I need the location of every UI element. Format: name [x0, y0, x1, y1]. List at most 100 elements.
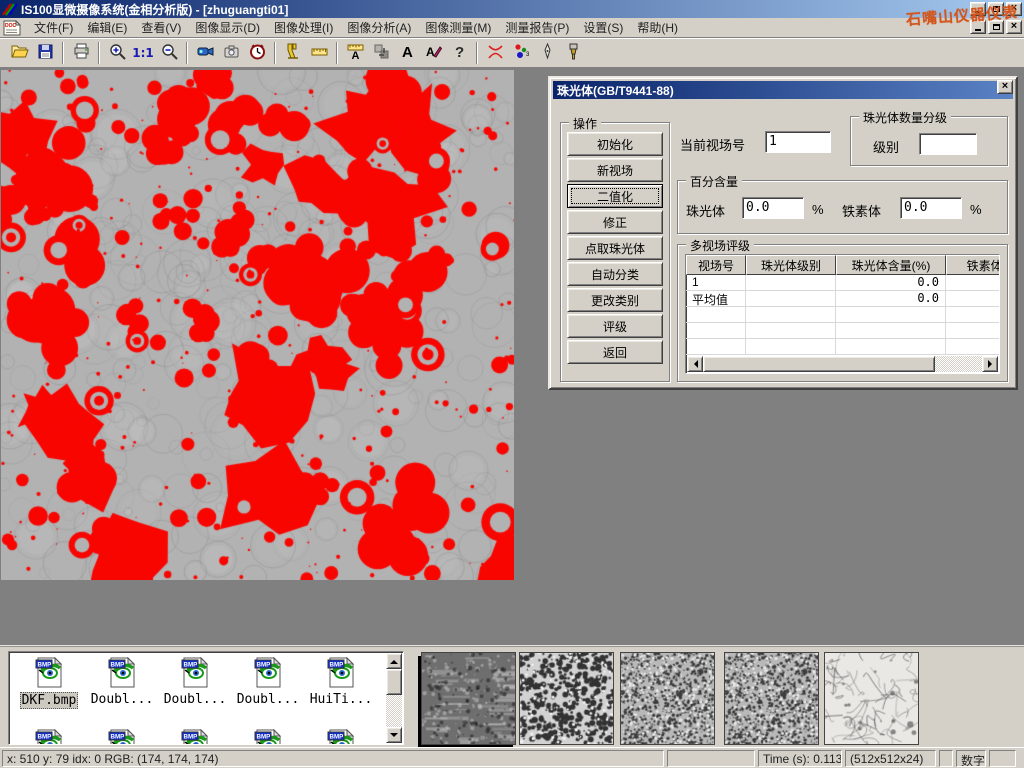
- save-file-button[interactable]: [32, 41, 58, 65]
- operation-button-1[interactable]: 初始化: [567, 132, 663, 156]
- table-row-3[interactable]: [686, 307, 999, 323]
- file-item-row2-5[interactable]: BMP: [305, 728, 377, 745]
- file-list-scrollbar[interactable]: [386, 653, 402, 743]
- grade-input[interactable]: [919, 133, 977, 155]
- operation-button-3[interactable]: 二值化: [567, 184, 663, 208]
- scroll-down-button[interactable]: [386, 727, 402, 743]
- restore-button[interactable]: [988, 2, 1004, 16]
- scroll-thumb[interactable]: [703, 356, 935, 372]
- operation-button-6[interactable]: 自动分类: [567, 262, 663, 286]
- close-button[interactable]: ×: [1006, 2, 1022, 16]
- file-scroll-thumb[interactable]: [386, 669, 402, 695]
- menu-item-9[interactable]: 设置(S): [576, 17, 630, 38]
- multi-field-table[interactable]: 视场号珠光体级别珠光体含量(%)铁素体含量(%) 10.0平均值0.0: [685, 254, 1000, 374]
- menu-item-6[interactable]: 图像分析(A): [340, 17, 418, 38]
- child-close-button[interactable]: ×: [1006, 20, 1022, 34]
- thumbnail-2[interactable]: [519, 652, 614, 745]
- paint-fill-button[interactable]: [560, 41, 586, 65]
- file-item-row2-4[interactable]: BMP: [232, 728, 304, 745]
- operation-button-8[interactable]: 评级: [567, 314, 663, 338]
- menu-item-4[interactable]: 图像显示(D): [188, 17, 267, 38]
- table-row-5[interactable]: [686, 339, 999, 355]
- table-row-1[interactable]: 10.0: [686, 275, 999, 291]
- file-item-row2-2[interactable]: BMP: [86, 728, 158, 745]
- menu-item-2[interactable]: 编辑(E): [80, 17, 134, 38]
- text-annotation-button[interactable]: A: [394, 41, 420, 65]
- file-item-1[interactable]: BMPDKF.bmp: [13, 656, 85, 709]
- ferrite-percent-input[interactable]: 0.0: [900, 197, 962, 219]
- menu-item-10[interactable]: 帮助(H): [630, 17, 685, 38]
- snapshot-button[interactable]: [218, 41, 244, 65]
- image-merge-button[interactable]: [368, 41, 394, 65]
- open-file-button[interactable]: [6, 41, 32, 65]
- file-item-row2-1[interactable]: BMP: [13, 728, 85, 745]
- ruler-button[interactable]: [306, 41, 332, 65]
- print-button[interactable]: [68, 41, 94, 65]
- timer-button[interactable]: [244, 41, 270, 65]
- phase-classify-button[interactable]: 3: [508, 41, 534, 65]
- table-header-4[interactable]: 铁素体含量(%): [946, 255, 1000, 275]
- table-header-1[interactable]: 视场号: [686, 255, 746, 275]
- thumbnail-4[interactable]: [724, 652, 819, 745]
- table-cell: [946, 291, 1000, 306]
- save-file-icon: [36, 42, 55, 64]
- menu-item-7[interactable]: 图像测量(M): [418, 17, 498, 38]
- operation-button-2[interactable]: 新视场: [567, 158, 663, 182]
- dialog-titlebar[interactable]: 珠光体(GB/T9441-88): [553, 81, 1013, 99]
- svg-text:BMP: BMP: [110, 734, 124, 741]
- operation-button-4[interactable]: 修正: [567, 210, 663, 234]
- zoom-in-button[interactable]: [104, 41, 130, 65]
- pearlite-percent-input[interactable]: 0.0: [742, 197, 804, 219]
- table-header-2[interactable]: 珠光体级别: [746, 255, 836, 275]
- measure-scale-icon: A: [346, 42, 365, 64]
- file-item-5[interactable]: BMPHuiTi...: [305, 656, 377, 707]
- dialog-close-button[interactable]: ×: [997, 80, 1013, 94]
- menu-item-3[interactable]: 查看(V): [134, 17, 188, 38]
- thumbnail-5[interactable]: [824, 652, 919, 745]
- menu-item-1[interactable]: 文件(F): [27, 17, 80, 38]
- file-list[interactable]: BMPDKF.bmpBMPDoubl...BMPDoubl...BMPDoubl…: [8, 651, 404, 745]
- video-capture-button[interactable]: [192, 41, 218, 65]
- draw-pen-button[interactable]: [534, 41, 560, 65]
- scroll-left-button[interactable]: [687, 356, 703, 372]
- operation-button-7[interactable]: 更改类别: [567, 288, 663, 312]
- child-close-icon: ×: [1011, 21, 1017, 32]
- scroll-right-button[interactable]: [982, 356, 998, 372]
- metallographic-image[interactable]: [1, 70, 514, 580]
- pearlite-dialog: 珠光体(GB/T9441-88) × 操作 初始化新视场二值化修正点取珠光体自动…: [548, 76, 1018, 390]
- table-horizontal-scrollbar[interactable]: [687, 356, 998, 372]
- scroll-up-button[interactable]: [386, 653, 402, 669]
- caliper-button[interactable]: [280, 41, 306, 65]
- thumbnail-3[interactable]: [620, 652, 715, 745]
- edit-annotation-button[interactable]: A: [420, 41, 446, 65]
- operation-button-5[interactable]: 点取珠光体: [567, 236, 663, 260]
- window-titlebar[interactable]: IS100显微摄像系统(金相分析版) - [zhuguangti01] ×: [0, 0, 1024, 18]
- file-item-3[interactable]: BMPDoubl...: [159, 656, 231, 707]
- table-cell: [686, 323, 746, 338]
- zoom-out-button[interactable]: [156, 41, 182, 65]
- table-row-2[interactable]: 平均值0.0: [686, 291, 999, 307]
- measure-scale-button[interactable]: A: [342, 41, 368, 65]
- thumbnail-1[interactable]: [421, 652, 516, 745]
- delete-curve-icon: [486, 42, 505, 64]
- help-button[interactable]: ?: [446, 41, 472, 65]
- bmp-file-icon: BMP: [106, 678, 139, 692]
- file-item-2[interactable]: BMPDoubl...: [86, 656, 158, 707]
- actual-size-button[interactable]: 1:1: [130, 41, 156, 65]
- toolbar-separator: [62, 42, 64, 64]
- table-row-4[interactable]: [686, 323, 999, 339]
- minimize-button[interactable]: [970, 2, 986, 16]
- delete-curve-button[interactable]: [482, 41, 508, 65]
- child-restore-button[interactable]: [988, 20, 1004, 34]
- file-item-row2-3[interactable]: BMP: [159, 728, 231, 745]
- file-item-4[interactable]: BMPDoubl...: [232, 656, 304, 707]
- table-cell: 0.0: [836, 275, 946, 290]
- table-header-3[interactable]: 珠光体含量(%): [836, 255, 946, 275]
- document-icon[interactable]: DOC: [3, 20, 21, 36]
- operation-button-9[interactable]: 返回: [567, 340, 663, 364]
- menu-item-5[interactable]: 图像处理(I): [267, 17, 340, 38]
- menu-item-8[interactable]: 测量报告(P): [498, 17, 576, 38]
- scroll-right-icon: [988, 360, 996, 368]
- current-field-input[interactable]: 1: [765, 131, 831, 153]
- child-minimize-button[interactable]: [970, 20, 986, 34]
